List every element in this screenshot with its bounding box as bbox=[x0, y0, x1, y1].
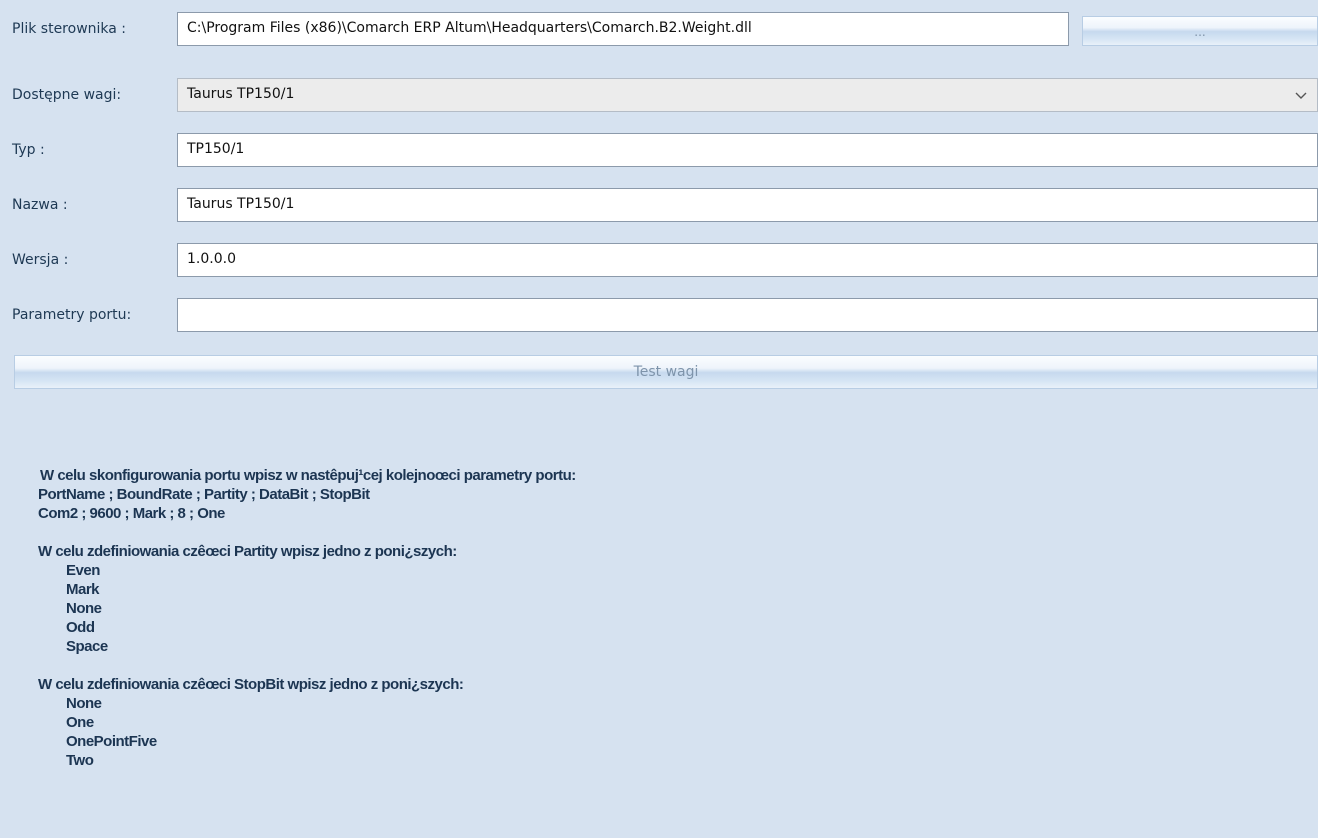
browse-button[interactable]: ... bbox=[1082, 16, 1318, 46]
version-input[interactable]: 1.0.0.0 bbox=[177, 243, 1318, 277]
type-label: Typ : bbox=[12, 142, 45, 158]
help-format-line: PortName ; BoundRate ; Partity ; DataBit… bbox=[38, 486, 370, 503]
driver-file-input[interactable]: C:\Program Files (x86)\Comarch ERP Altum… bbox=[177, 12, 1069, 46]
parity-option: Even bbox=[66, 562, 100, 579]
available-scales-row: Dostępne wagi: Taurus TP150/1 bbox=[0, 78, 1318, 114]
help-intro-line: W celu skonfigurowania portu wpisz w nas… bbox=[40, 467, 576, 484]
name-input[interactable]: Taurus TP150/1 bbox=[177, 188, 1318, 222]
scale-configuration-panel: Plik sterownika : C:\Program Files (x86)… bbox=[0, 0, 1318, 838]
driver-file-label: Plik sterownika : bbox=[12, 21, 127, 37]
available-scales-selected: Taurus TP150/1 bbox=[187, 86, 295, 102]
name-label: Nazwa : bbox=[12, 197, 68, 213]
type-input[interactable]: TP150/1 bbox=[177, 133, 1318, 167]
stopbit-option: One bbox=[66, 714, 94, 731]
parity-header: W celu zdefiniowania czêœci Partity wpis… bbox=[38, 543, 457, 560]
parity-option: None bbox=[66, 600, 102, 617]
name-row: Nazwa : Taurus TP150/1 bbox=[0, 188, 1318, 224]
version-row: Wersja : 1.0.0.0 bbox=[0, 243, 1318, 279]
help-example-line: Com2 ; 9600 ; Mark ; 8 ; One bbox=[38, 505, 225, 522]
port-parameters-row: Parametry portu: bbox=[0, 298, 1318, 334]
parity-option: Mark bbox=[66, 581, 100, 598]
stopbit-header: W celu zdefiniowania czêœci StopBit wpis… bbox=[38, 676, 464, 693]
port-parameters-label: Parametry portu: bbox=[12, 307, 132, 323]
port-help-text: W celu skonfigurowania portu wpisz w nas… bbox=[38, 466, 576, 770]
available-scales-dropdown[interactable]: Taurus TP150/1 bbox=[177, 78, 1318, 112]
available-scales-label: Dostępne wagi: bbox=[12, 87, 122, 103]
stopbit-option: Two bbox=[66, 752, 94, 769]
stopbit-option: OnePointFive bbox=[66, 733, 157, 750]
parity-option: Odd bbox=[66, 619, 95, 636]
port-parameters-input[interactable] bbox=[177, 298, 1318, 332]
chevron-down-icon bbox=[1295, 92, 1307, 99]
parity-option: Space bbox=[66, 638, 108, 655]
stopbit-option: None bbox=[66, 695, 102, 712]
test-scale-button[interactable]: Test wagi bbox=[14, 355, 1318, 389]
type-row: Typ : TP150/1 bbox=[0, 133, 1318, 169]
version-label: Wersja : bbox=[12, 252, 69, 268]
